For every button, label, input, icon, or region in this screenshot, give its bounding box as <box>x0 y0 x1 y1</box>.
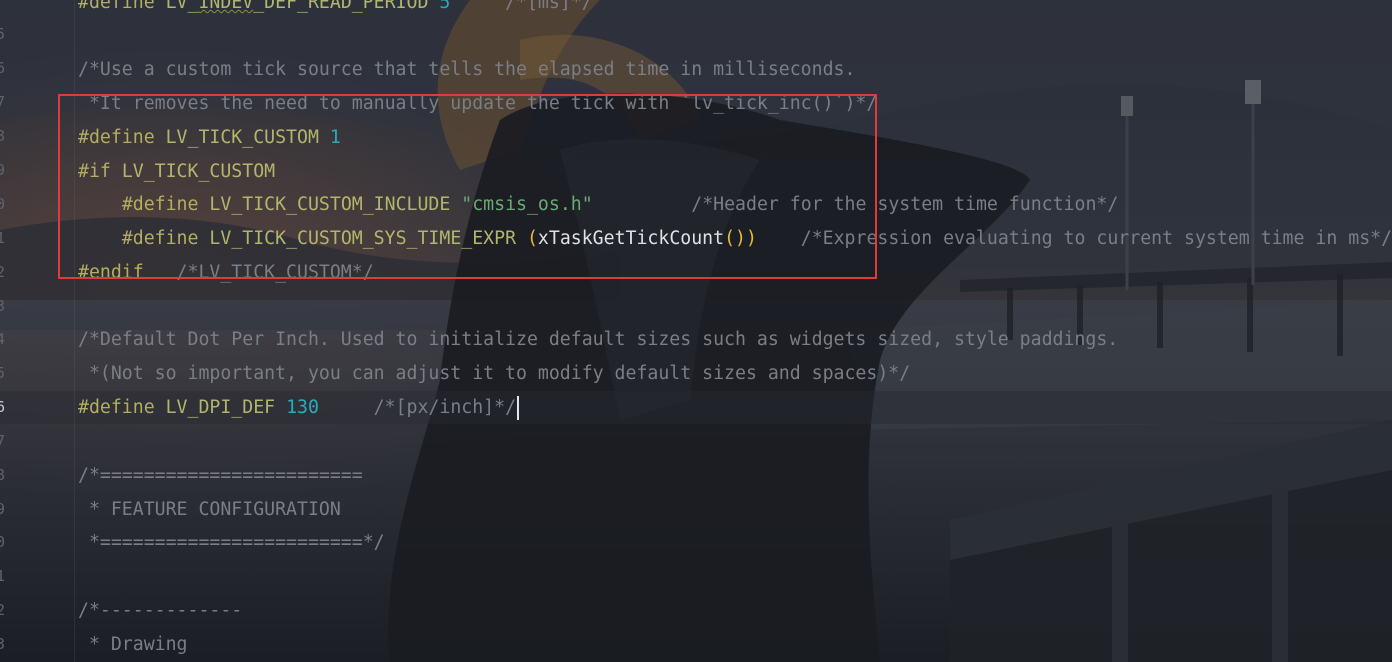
code-line[interactable]: *========================*/ <box>78 526 385 560</box>
code-line[interactable]: /*Use a custom tick source that tells th… <box>78 53 855 87</box>
line-number: 6 <box>0 59 6 77</box>
comment-token: /*Expression evaluating to current syste… <box>800 228 1392 249</box>
number-token: 5 <box>439 0 451 13</box>
macro-token-spellcheck: INDEV <box>198 0 254 13</box>
macro-token: _DEF_READ_PERIOD <box>253 0 440 13</box>
comment-token: /*Default Dot Per Inch. Used to initiali… <box>78 329 1119 350</box>
code-line[interactable]: /*------------- <box>78 594 242 628</box>
code-line-current[interactable]: #define LV_DPI_DEF 130 /*[px/inch]*/ <box>78 391 520 425</box>
directive-token: #define <box>78 0 166 13</box>
comment-token: * Drawing <box>78 634 188 655</box>
line-number: 4 <box>0 330 6 348</box>
line-number: 0 <box>0 533 6 551</box>
macro-token: LV_ <box>165 0 199 13</box>
comment-token: /*======================== <box>78 465 363 486</box>
line-number: 8 <box>0 466 6 484</box>
comment-token: * FEATURE CONFIGURATION <box>78 499 341 520</box>
code-line[interactable]: *(Not so important, you can adjust it to… <box>78 357 910 391</box>
line-number: 9 <box>0 161 6 179</box>
line-number-active: 6 <box>0 398 6 416</box>
code-line[interactable]: * Drawing <box>78 628 188 662</box>
line-number-gutter[interactable]: 5 6 7 8 9 0 1 2 3 4 5 6 7 8 9 0 1 2 3 <box>0 0 14 662</box>
line-number: 9 <box>0 500 6 518</box>
code-line[interactable]: * FEATURE CONFIGURATION <box>78 493 341 527</box>
line-number: 5 <box>0 364 6 382</box>
line-number: 5 <box>0 25 6 43</box>
line-number: 1 <box>0 229 6 247</box>
code-line[interactable]: #define LV_INDEV_DEF_READ_PERIOD 5 /*[ms… <box>78 0 593 20</box>
code-line[interactable]: /*Default Dot Per Inch. Used to initiali… <box>78 323 1118 357</box>
line-number: 1 <box>0 567 6 585</box>
line-number: 7 <box>0 432 6 450</box>
line-number: 3 <box>0 635 6 653</box>
macro-token: LV_DPI_DEF <box>165 397 287 418</box>
line-number: 0 <box>0 195 6 213</box>
annotation-highlight-box <box>58 94 877 279</box>
comment-token: *(Not so important, you can adjust it to… <box>78 363 911 384</box>
directive-token: #define <box>78 397 166 418</box>
number-token: 130 <box>286 397 319 418</box>
line-number: 3 <box>0 297 6 315</box>
code-line[interactable]: /*======================== <box>78 459 363 493</box>
line-number: 2 <box>0 601 6 619</box>
text-cursor <box>517 396 520 420</box>
comment-token: /*[ms]*/ <box>505 0 593 13</box>
line-number: 7 <box>0 93 6 111</box>
comment-token: /*------------- <box>78 600 243 621</box>
line-number: 2 <box>0 263 6 281</box>
comment-token: /*[px/inch]*/ <box>373 397 517 418</box>
line-number: 8 <box>0 127 6 145</box>
comment-token: /*Use a custom tick source that tells th… <box>78 59 856 80</box>
comment-token: *========================*/ <box>78 532 385 553</box>
